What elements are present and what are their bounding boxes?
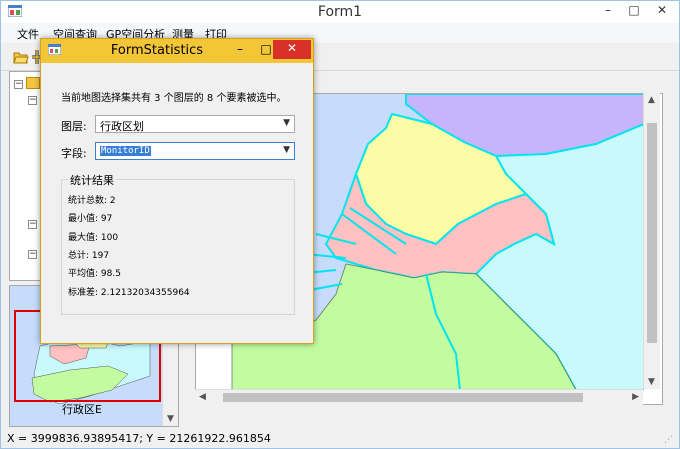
dialog-title-bar[interactable]: FormStatistics – □ ✕	[41, 39, 313, 63]
scroll-down-arrow-icon[interactable]: ▼	[167, 414, 174, 424]
stat-min: 最小值: 97	[68, 214, 113, 224]
open-folder-icon[interactable]	[13, 49, 29, 65]
field-select[interactable]: MonitorID ▼	[95, 142, 295, 160]
layer-label: 图层:	[61, 120, 87, 133]
field-label: 字段:	[61, 147, 87, 160]
tree-expander-layer-3[interactable]: −	[28, 250, 37, 259]
stat-sum: 总计: 197	[68, 251, 110, 261]
layer-select-value: 行政区划	[100, 120, 144, 133]
chevron-down-icon[interactable]: ▼	[283, 145, 290, 155]
tree-expander-root[interactable]: −	[14, 80, 23, 89]
statistics-dialog: FormStatistics – □ ✕ 当前地图选择集共有 3 个图层的 8 …	[40, 38, 314, 344]
statistics-groupbox: 统计结果 统计总数: 2 最小值: 97 最大值: 100 总计: 197 平均…	[61, 172, 295, 315]
maximize-button[interactable]: □	[621, 1, 647, 21]
status-bar: X = 3999836.93895417; Y = 21261922.96185…	[1, 429, 679, 448]
scroll-down-arrow-icon[interactable]: ▼	[648, 377, 655, 387]
dialog-close-button[interactable]: ✕	[273, 40, 311, 59]
stat-mean: 平均值: 98.5	[68, 269, 121, 279]
statistics-group-title: 统计结果	[68, 172, 116, 188]
field-select-value: MonitorID	[100, 146, 151, 156]
dialog-minimize-button[interactable]: –	[231, 41, 249, 59]
scroll-left-arrow-icon[interactable]: ◀	[199, 392, 206, 402]
overview-region-label: 行政区E	[62, 403, 102, 416]
chevron-down-icon[interactable]: ▼	[283, 118, 290, 128]
coordinate-readout: X = 3999836.93895417; Y = 21261922.96185…	[7, 432, 271, 445]
map-vertical-scrollbar[interactable]: ▲ ▼	[643, 93, 660, 389]
map-vertical-scroll-thumb[interactable]	[647, 123, 657, 343]
minimize-button[interactable]: –	[595, 1, 621, 21]
map-horizontal-scrollbar[interactable]: ◀ ▶	[195, 389, 643, 405]
tree-expander-layer-2[interactable]: −	[28, 220, 37, 229]
layers-icon	[26, 77, 40, 89]
stat-stddev: 标准差: 2.12132034355964	[68, 288, 190, 298]
close-button[interactable]: ✕	[646, 1, 678, 21]
main-title-bar[interactable]: Form1 – □ ✕	[1, 1, 679, 25]
stat-max: 最大值: 100	[68, 233, 119, 243]
scroll-right-arrow-icon[interactable]: ▶	[632, 392, 639, 402]
selection-summary: 当前地图选择集共有 3 个图层的 8 个要素被选中。	[61, 93, 287, 104]
tree-expander-layer-1[interactable]: −	[28, 96, 37, 105]
window-title: Form1	[317, 4, 363, 20]
menu-file[interactable]: 文件	[17, 26, 39, 42]
layer-select[interactable]: 行政区划 ▼	[95, 115, 295, 133]
resize-grip-icon[interactable]: ⋰	[664, 435, 673, 445]
scroll-up-arrow-icon[interactable]: ▲	[648, 95, 655, 105]
stat-count: 统计总数: 2	[68, 196, 116, 206]
map-horizontal-scroll-thumb[interactable]	[223, 393, 583, 402]
